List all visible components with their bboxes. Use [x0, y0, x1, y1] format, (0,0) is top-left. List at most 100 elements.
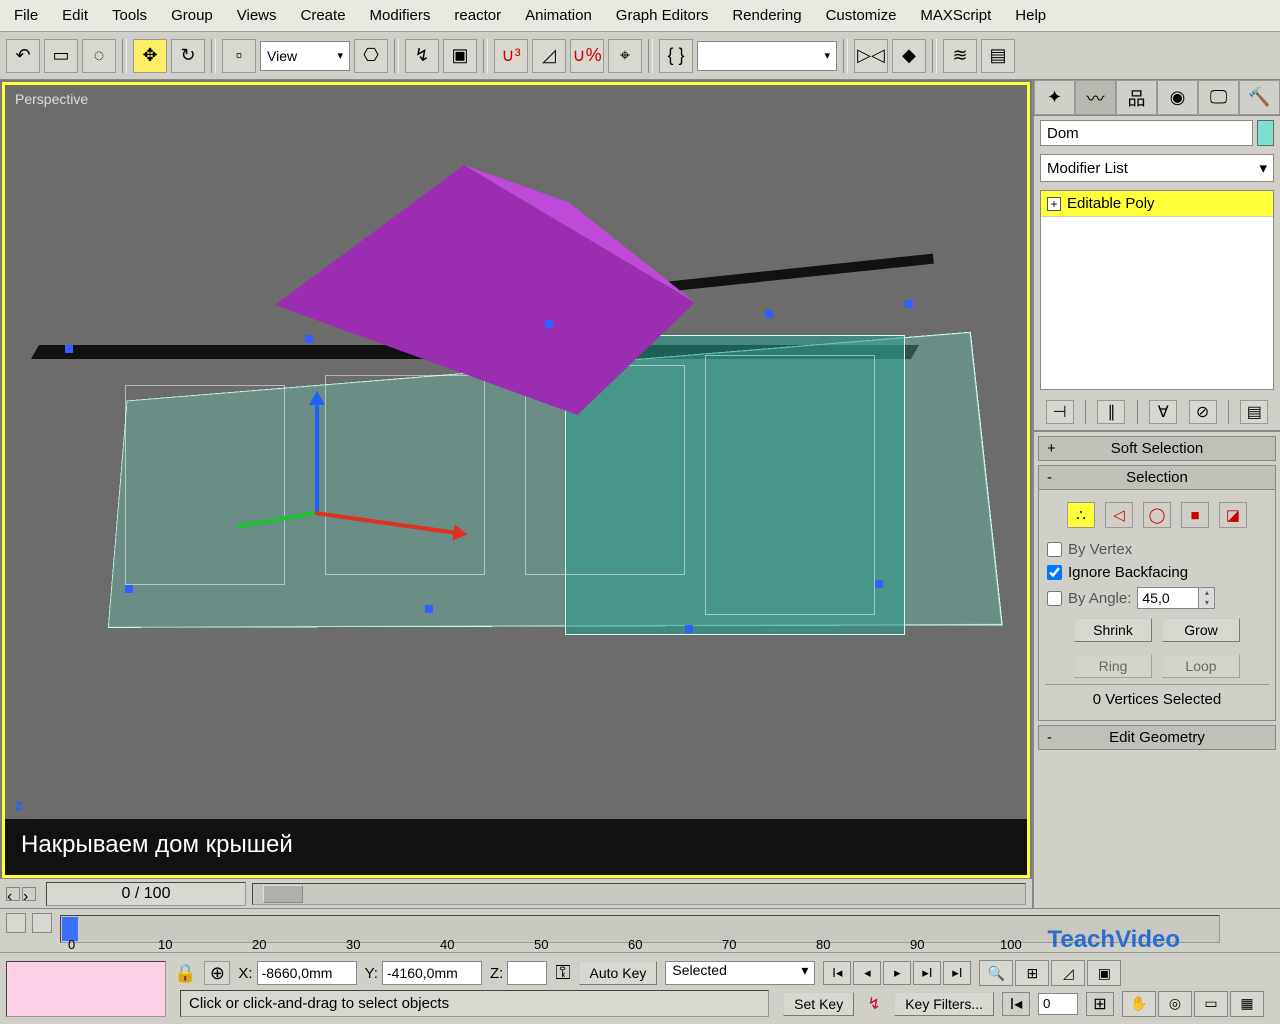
time-config-icon[interactable]: I◂	[1002, 992, 1030, 1016]
ignore-backfacing-checkbox[interactable]	[1047, 565, 1062, 580]
loop-button[interactable]: Loop	[1162, 654, 1240, 678]
goto-end-icon[interactable]: ▸I	[943, 961, 971, 985]
border-subobj-icon[interactable]: ◯	[1143, 502, 1171, 528]
min-max-icon[interactable]: ▦	[1230, 991, 1264, 1017]
box-icon[interactable]: ▣	[443, 39, 477, 73]
goto-start-icon[interactable]: I◂	[823, 961, 851, 985]
object-name-input[interactable]	[1040, 120, 1253, 146]
stack-item-editable-poly[interactable]: + Editable Poly	[1041, 191, 1273, 217]
show-end-icon[interactable]: ∥	[1097, 400, 1125, 424]
vertex-subobj-icon[interactable]: ∴	[1067, 502, 1095, 528]
rotate-icon[interactable]: ↻	[171, 39, 205, 73]
prev-frame-icon[interactable]: ◂	[853, 961, 881, 985]
pan-icon[interactable]: ✋	[1122, 991, 1156, 1017]
by-angle-checkbox[interactable]	[1047, 591, 1062, 606]
ref-coord-select[interactable]: View	[260, 41, 350, 71]
menu-reactor[interactable]: reactor	[444, 3, 511, 28]
element-subobj-icon[interactable]: ◪	[1219, 502, 1247, 528]
current-frame-input[interactable]	[1038, 993, 1078, 1015]
by-angle-input[interactable]	[1138, 591, 1198, 606]
transform-gizmo[interactable]	[265, 395, 425, 555]
perspective-viewport[interactable]: Perspective	[2, 82, 1030, 878]
time-slider-thumb[interactable]	[263, 885, 303, 903]
play-icon[interactable]: ▸	[883, 961, 911, 985]
expand-icon[interactable]: +	[1047, 197, 1061, 211]
rollout-soft-selection[interactable]: +Soft Selection	[1038, 436, 1276, 461]
abs-transform-icon[interactable]: ⊕	[204, 961, 230, 985]
modifier-list-select[interactable]: Modifier List	[1040, 154, 1274, 182]
align-icon[interactable]: ◆	[892, 39, 926, 73]
menu-maxscript[interactable]: MAXScript	[910, 3, 1001, 28]
layers-icon[interactable]: ≋	[943, 39, 977, 73]
spinner-snap-icon[interactable]: ⌖	[608, 39, 642, 73]
set-key-button[interactable]: Set Key	[783, 992, 854, 1016]
menu-views[interactable]: Views	[227, 3, 287, 28]
modify-tab-icon[interactable]: 〰	[1075, 80, 1116, 115]
snap-icon[interactable]: ∪³	[494, 39, 528, 73]
menu-customize[interactable]: Customize	[816, 3, 907, 28]
object-color-swatch[interactable]	[1257, 120, 1274, 146]
menu-rendering[interactable]: Rendering	[722, 3, 811, 28]
undo-icon[interactable]: ↶	[6, 39, 40, 73]
grow-button[interactable]: Grow	[1162, 618, 1240, 642]
configure-icon[interactable]: ▤	[1240, 400, 1268, 424]
menu-edit[interactable]: Edit	[52, 3, 98, 28]
arc-rotate-icon[interactable]: ◎	[1158, 991, 1192, 1017]
next-frame-icon[interactable]: ▸I	[913, 961, 941, 985]
by-vertex-checkbox[interactable]	[1047, 542, 1062, 557]
unique-icon[interactable]: ∀	[1149, 400, 1177, 424]
select-circ-icon[interactable]: ◌	[82, 39, 116, 73]
percent-snap-icon[interactable]: ∪%	[570, 39, 604, 73]
key-tangent-icon[interactable]: ↯	[862, 994, 886, 1014]
modifier-stack[interactable]: + Editable Poly	[1040, 190, 1274, 390]
move-icon[interactable]: ✥	[133, 39, 167, 73]
time-slider[interactable]	[252, 883, 1026, 905]
angle-snap-icon[interactable]: ◿	[532, 39, 566, 73]
menu-animation[interactable]: Animation	[515, 3, 602, 28]
key-mode-icon[interactable]: ⚿	[555, 962, 570, 985]
zoom-icon[interactable]: 🔍	[979, 960, 1013, 986]
pivot-icon[interactable]: ⎔	[354, 39, 388, 73]
create-tab-icon[interactable]: ✦	[1034, 80, 1075, 115]
zoom-all-icon[interactable]: ⊞	[1015, 960, 1049, 986]
menu-tools[interactable]: Tools	[102, 3, 157, 28]
menu-create[interactable]: Create	[291, 3, 356, 28]
mini-listener[interactable]	[6, 961, 166, 1017]
menu-graph-editors[interactable]: Graph Editors	[606, 3, 719, 28]
mirror-icon[interactable]: ▷◁	[854, 39, 888, 73]
time-config-icon[interactable]: ⊞	[1086, 992, 1114, 1016]
named-sel-icon[interactable]: { }	[659, 39, 693, 73]
track-prev-icon[interactable]: ‹	[6, 887, 20, 901]
motion-tab-icon[interactable]: ◉	[1157, 80, 1198, 115]
menu-modifiers[interactable]: Modifiers	[360, 3, 441, 28]
fov-icon[interactable]: ◿	[1051, 960, 1085, 986]
lock-icon[interactable]: 🔒	[174, 963, 196, 984]
walk-icon[interactable]: ▭	[1194, 991, 1228, 1017]
x-coord-input[interactable]	[257, 961, 357, 985]
menu-group[interactable]: Group	[161, 3, 223, 28]
zoom-ext-icon[interactable]: ▣	[1087, 960, 1121, 986]
menu-file[interactable]: File	[4, 3, 48, 28]
pin-stack-icon[interactable]: ⊣	[1046, 400, 1074, 424]
mini-btn-icon[interactable]	[6, 913, 26, 933]
key-filters-button[interactable]: Key Filters...	[894, 992, 994, 1016]
spinner-down-icon[interactable]: ▾	[1198, 598, 1214, 608]
hierarchy-tab-icon[interactable]: 品	[1116, 80, 1157, 115]
y-coord-input[interactable]	[382, 961, 482, 985]
utilities-tab-icon[interactable]: 🔨	[1239, 80, 1280, 115]
frame-indicator[interactable]: 0 / 100	[46, 882, 246, 906]
polygon-subobj-icon[interactable]: ■	[1181, 502, 1209, 528]
remove-mod-icon[interactable]: ⊘	[1189, 400, 1217, 424]
shrink-button[interactable]: Shrink	[1074, 618, 1152, 642]
track-next-icon[interactable]: ›	[22, 887, 36, 901]
spinner-up-icon[interactable]: ▴	[1198, 588, 1214, 598]
menu-help[interactable]: Help	[1005, 3, 1056, 28]
select-rect-icon[interactable]: ▭	[44, 39, 78, 73]
rollout-selection[interactable]: -Selection	[1038, 465, 1276, 490]
key-filter-select[interactable]: Selected	[665, 961, 815, 985]
ring-button[interactable]: Ring	[1074, 654, 1152, 678]
named-selection-select[interactable]	[697, 41, 837, 71]
display-tab-icon[interactable]: 🖵	[1198, 80, 1239, 115]
z-coord-input[interactable]	[507, 961, 547, 985]
auto-key-button[interactable]: Auto Key	[579, 961, 658, 985]
